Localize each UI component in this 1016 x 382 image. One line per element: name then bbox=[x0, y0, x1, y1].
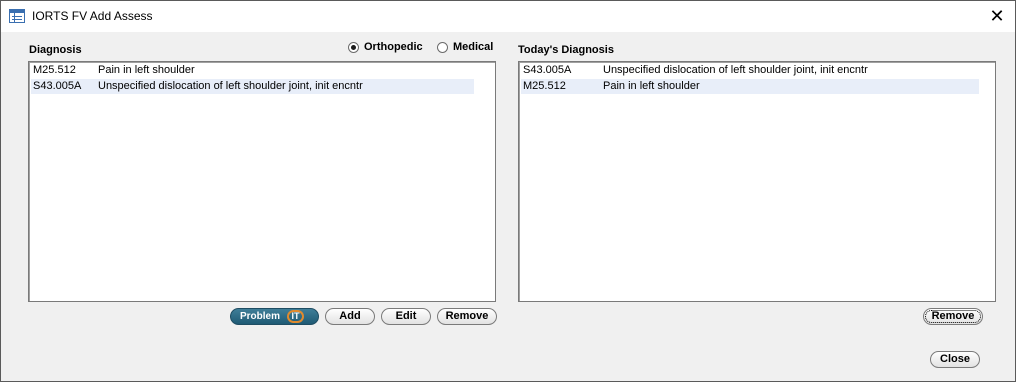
remove-todays-diagnosis-button[interactable]: Remove bbox=[923, 308, 983, 325]
list-item[interactable]: S43.005A Unspecified dislocation of left… bbox=[521, 63, 979, 78]
todays-diagnosis-list[interactable]: S43.005A Unspecified dislocation of left… bbox=[518, 61, 996, 302]
list-item-selected[interactable]: S43.005A Unspecified dislocation of left… bbox=[31, 79, 474, 94]
remove-diagnosis-button[interactable]: Remove bbox=[437, 308, 497, 325]
diagnosis-description: Pain in left shoulder bbox=[98, 64, 195, 76]
window-title: IORTS FV Add Assess bbox=[32, 9, 153, 23]
edit-button[interactable]: Edit bbox=[381, 308, 431, 325]
diagnosis-code: S43.005A bbox=[523, 64, 572, 76]
radio-orthopedic-label: Orthopedic bbox=[364, 41, 423, 53]
add-button[interactable]: Add bbox=[325, 308, 375, 325]
table-icon bbox=[9, 9, 25, 23]
diagnosis-code: S43.005A bbox=[33, 80, 82, 92]
diagnosis-description: Pain in left shoulder bbox=[603, 80, 700, 92]
diagnosis-code: M25.512 bbox=[523, 80, 566, 92]
diagnosis-code: M25.512 bbox=[33, 64, 76, 76]
list-item-selected[interactable]: M25.512 Pain in left shoulder bbox=[521, 79, 979, 94]
radio-medical[interactable]: Medical bbox=[437, 41, 493, 53]
add-assess-window: IORTS FV Add Assess ✕ Diagnosis Orthoped… bbox=[0, 0, 1016, 382]
problem-it-button[interactable]: Problem IT bbox=[230, 308, 319, 325]
diagnosis-description: Unspecified dislocation of left shoulder… bbox=[603, 64, 868, 76]
list-item[interactable]: M25.512 Pain in left shoulder bbox=[31, 63, 474, 78]
diagnosis-description: Unspecified dislocation of left shoulder… bbox=[98, 80, 363, 92]
it-badge: IT bbox=[287, 310, 304, 323]
todays-diagnosis-label: Today's Diagnosis bbox=[518, 44, 614, 56]
close-button[interactable]: Close bbox=[930, 351, 980, 368]
diagnosis-list[interactable]: M25.512 Pain in left shoulder S43.005A U… bbox=[28, 61, 496, 302]
radio-medical-circle[interactable] bbox=[437, 41, 448, 53]
radio-medical-label: Medical bbox=[453, 41, 494, 53]
radio-orthopedic-circle[interactable] bbox=[348, 41, 359, 53]
dialog-content: Diagnosis Orthopedic Medical M25.512 Pai… bbox=[5, 33, 1011, 377]
close-icon[interactable]: ✕ bbox=[985, 5, 1009, 27]
radio-orthopedic[interactable]: Orthopedic bbox=[348, 41, 423, 53]
title-bar: IORTS FV Add Assess ✕ bbox=[1, 1, 1015, 32]
problem-button-label: Problem bbox=[240, 311, 281, 322]
diagnosis-label: Diagnosis bbox=[29, 44, 82, 56]
